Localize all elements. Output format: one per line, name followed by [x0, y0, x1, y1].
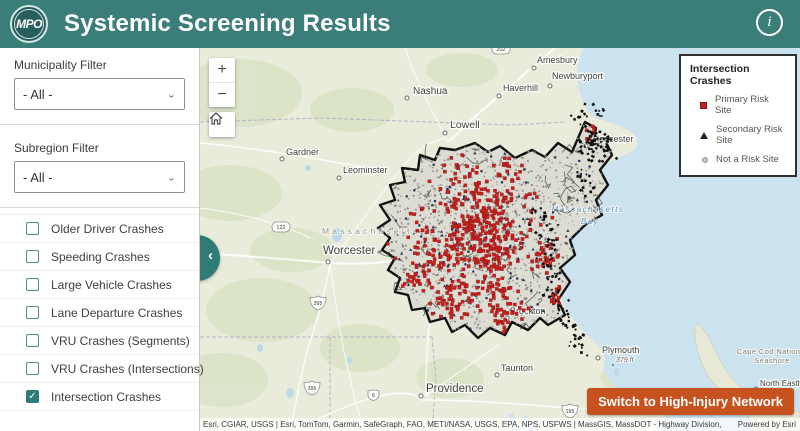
legend-title: Intersection Crashes [690, 63, 787, 87]
svg-text:195: 195 [566, 409, 575, 415]
map-label-bay: Massachusetts [552, 205, 625, 214]
municipality-filter-label: Municipality Filter [14, 58, 185, 72]
svg-text:395: 395 [308, 386, 317, 392]
gray-dot-icon [702, 157, 708, 163]
layer-large-vehicle-crashes[interactable]: Large Vehicle Crashes [0, 271, 199, 299]
sidebar-divider [0, 207, 199, 208]
city-marker [405, 96, 409, 100]
municipality-filter-block: Municipality Filter - All - ⌄ [0, 48, 199, 122]
city-label: Newburyport [552, 71, 604, 81]
city-marker [596, 356, 600, 360]
layer-vru-crashes-intersections[interactable]: VRU Crashes (Intersections) [0, 355, 199, 383]
svg-text:202: 202 [496, 48, 505, 53]
chevron-down-icon: ⌄ [167, 89, 176, 99]
map-label-park: Seashore [754, 356, 789, 365]
map-attribution: Esri, CGIAR, USGS | Esri, TomTom, Garmin… [200, 418, 800, 431]
legend-item-secondary: Secondary Risk Site [700, 124, 787, 146]
checkbox-icon[interactable] [26, 390, 39, 403]
sidebar-divider [0, 124, 199, 125]
city-label: Leominster [343, 165, 388, 175]
attribution-sources: Esri, CGIAR, USGS | Esri, TomTom, Garmin… [203, 420, 724, 429]
city-marker [497, 94, 501, 98]
map-label-bay: Bay [581, 217, 599, 226]
zoom-control: + − [209, 58, 235, 107]
subregion-filter-label: Subregion Filter [14, 141, 185, 155]
systemic-screening-app: MPO Systemic Screening Results i Municip… [0, 0, 800, 431]
city-label: Providence [426, 383, 484, 395]
map-label-park: Cape Cod National [737, 347, 800, 356]
legend-panel: Intersection Crashes Primary Risk Site S… [679, 54, 797, 177]
layer-older-driver-crashes[interactable]: Older Driver Crashes [0, 214, 199, 243]
city-marker [443, 131, 447, 135]
layer-checkbox-list: Older Driver Crashes Speeding Crashes La… [0, 214, 199, 411]
city-label: Taunton [501, 363, 533, 373]
municipality-filter-value: - All - [23, 87, 53, 102]
layer-vru-crashes-segments[interactable]: VRU Crashes (Segments) [0, 327, 199, 355]
city-marker [326, 260, 330, 264]
checkbox-icon[interactable] [26, 278, 39, 291]
city-label: Haverhill [503, 83, 538, 93]
city-label: Nashua [413, 86, 448, 97]
svg-text:122: 122 [276, 225, 285, 231]
city-marker [419, 394, 423, 398]
route-shield-202: 202 [492, 48, 510, 54]
switch-to-high-injury-network-button[interactable]: Switch to High-Injury Network [587, 388, 794, 415]
legend-item-primary: Primary Risk Site [700, 94, 787, 116]
route-shield-6: 6 [368, 390, 379, 401]
layer-intersection-crashes[interactable]: Intersection Crashes [0, 383, 199, 411]
sidebar: Municipality Filter - All - ⌄ Subregion … [0, 48, 200, 431]
layer-speeding-crashes[interactable]: Speeding Crashes [0, 243, 199, 271]
map-canvas[interactable]: 202 122 395 395 6 195 Massachusetts Bay Massachu… [200, 48, 800, 431]
chevron-down-icon: ⌄ [167, 172, 176, 182]
info-icon[interactable]: i [756, 9, 783, 36]
subregion-filter-value: - All - [23, 170, 53, 185]
checkbox-icon[interactable] [26, 222, 39, 235]
checkbox-icon[interactable] [26, 306, 39, 319]
city-label: Worcester [323, 245, 375, 257]
checkbox-icon[interactable] [26, 334, 39, 347]
subregion-filter-block: Subregion Filter - All - ⌄ [0, 131, 199, 205]
city-marker [495, 373, 499, 377]
home-icon [209, 112, 223, 125]
city-marker [280, 157, 284, 161]
legend-item-not-risk: Not a Risk Site [700, 154, 787, 165]
map-label-elev: 379 ft [616, 357, 635, 364]
page-title: Systemic Screening Results [64, 10, 391, 38]
checkbox-icon[interactable] [26, 250, 39, 263]
zoom-in-button[interactable]: + [209, 58, 235, 82]
mpo-logo-text: MPO [16, 17, 42, 31]
city-label: Lowell [450, 119, 480, 131]
layer-lane-departure-crashes[interactable]: Lane Departure Crashes [0, 299, 199, 327]
dark-triangle-icon [700, 132, 708, 139]
city-marker [337, 176, 341, 180]
zoom-out-button[interactable]: − [209, 82, 235, 107]
route-shield-122: 122 [272, 222, 290, 232]
city-label: Gardner [286, 147, 319, 157]
checkbox-icon[interactable] [26, 362, 39, 375]
city-marker [532, 66, 536, 70]
app-header: MPO Systemic Screening Results i [0, 0, 800, 48]
subregion-filter-select[interactable]: - All - ⌄ [14, 161, 185, 193]
city-label: Amesbury [537, 55, 578, 65]
home-button[interactable] [209, 112, 235, 137]
mpo-logo: MPO [10, 5, 48, 43]
city-marker [548, 84, 552, 88]
attribution-powered-by: Powered by Esri [738, 420, 796, 429]
svg-text:6: 6 [372, 393, 375, 399]
red-square-icon [700, 102, 707, 109]
svg-text:395: 395 [314, 301, 323, 307]
chevron-left-icon: ‹ [208, 247, 213, 264]
map-label-state: Massachusetts [322, 226, 420, 236]
municipality-filter-select[interactable]: - All - ⌄ [14, 78, 185, 110]
city-label: Plymouth [602, 345, 640, 355]
city-label: North Eastham [760, 379, 800, 388]
